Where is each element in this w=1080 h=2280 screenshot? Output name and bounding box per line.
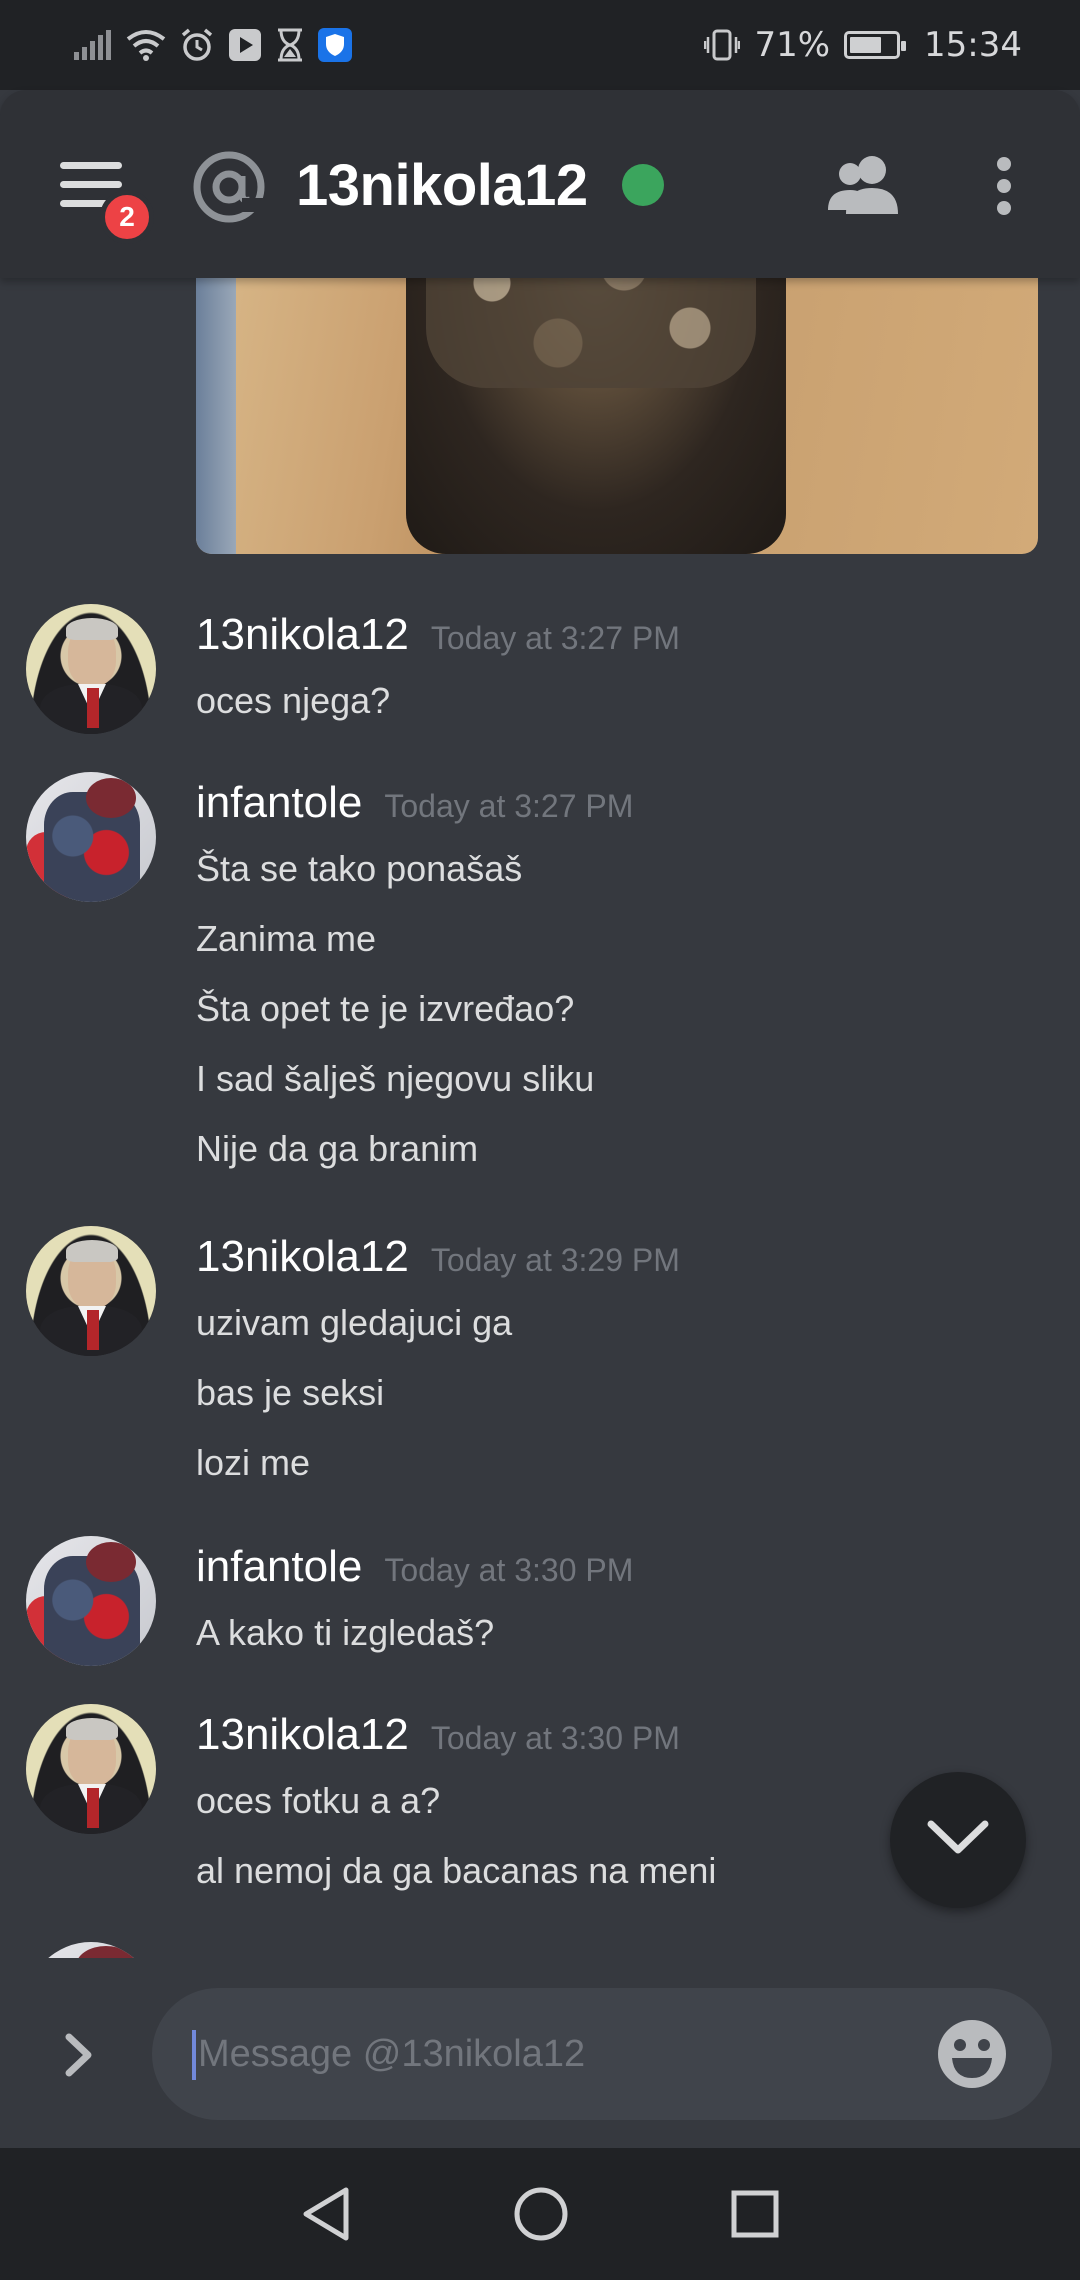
message-text: Šta opet te je izvređao? xyxy=(196,988,575,1029)
recents-icon[interactable] xyxy=(730,2189,780,2239)
message-input[interactable] xyxy=(196,2018,896,2090)
message-text: oces njega? xyxy=(196,680,391,721)
online-status-indicator xyxy=(622,164,664,206)
message-timestamp: Today at 3:27 PM xyxy=(430,620,680,656)
vibrate-icon xyxy=(704,29,741,61)
channel-header: 2 13nikola12 xyxy=(0,90,1080,278)
alarm-icon xyxy=(180,28,214,62)
status-icons-right: 71% 15:34 xyxy=(704,25,1022,65)
message-timestamp: Today at 3:30 PM xyxy=(430,1720,680,1756)
status-icons-left xyxy=(74,28,352,62)
avatar[interactable] xyxy=(26,1942,156,1958)
avatar[interactable] xyxy=(26,1226,156,1356)
message-username[interactable]: infantole xyxy=(196,1542,362,1592)
chevron-down-icon xyxy=(927,1820,989,1860)
message-text: I sad šalješ njegovu sliku xyxy=(196,1058,595,1099)
jump-to-present-button[interactable] xyxy=(890,1772,1026,1908)
message-username[interactable]: 13nikola12 xyxy=(196,1232,409,1282)
vpn-shield-icon xyxy=(318,28,352,62)
avatar[interactable] xyxy=(26,1536,156,1666)
message-input-container[interactable] xyxy=(152,1988,1052,2120)
signal-icon xyxy=(74,30,112,60)
hourglass-icon xyxy=(276,28,304,62)
message-text: Zanima me xyxy=(196,918,377,959)
message-text: bas je seksi xyxy=(196,1372,385,1413)
message-username[interactable]: infantole xyxy=(196,778,362,828)
avatar[interactable] xyxy=(26,604,156,734)
avatar[interactable] xyxy=(26,772,156,902)
message-text: al nemoj da ga bacanas na meni xyxy=(196,1850,717,1891)
clock: 15:34 xyxy=(924,25,1022,65)
message-username[interactable]: 13nikola12 xyxy=(196,610,409,660)
members-icon[interactable] xyxy=(826,152,902,220)
more-options-icon[interactable] xyxy=(990,156,1018,220)
emoji-icon[interactable] xyxy=(936,2018,1008,2094)
page-title: 13nikola12 xyxy=(296,153,588,218)
message-timestamp: Today at 3:30 PM xyxy=(384,1552,634,1588)
image-attachment[interactable] xyxy=(196,278,1038,554)
wifi-icon xyxy=(126,29,166,61)
battery-icon xyxy=(844,31,907,59)
status-bar: 71% 15:34 xyxy=(0,0,1080,90)
battery-level xyxy=(850,37,882,53)
message-timestamp: Today at 3:29 PM xyxy=(430,1242,680,1278)
message-text: Nije da ga branim xyxy=(196,1128,479,1169)
mention-badge: 2 xyxy=(100,190,154,244)
message-text: uzivam gledajuci ga xyxy=(196,1302,513,1343)
at-icon xyxy=(192,150,266,228)
message-timestamp: Today at 3:27 PM xyxy=(384,788,634,824)
battery-percent: 71% xyxy=(754,25,831,65)
chevron-right-icon[interactable] xyxy=(64,2032,94,2082)
message-text: Šta se tako ponašaš xyxy=(196,848,523,889)
system-navigation-bar xyxy=(0,2148,1080,2280)
home-icon[interactable] xyxy=(513,2186,569,2242)
play-store-icon xyxy=(228,28,262,62)
avatar[interactable] xyxy=(26,1704,156,1834)
message-text: oces fotku a a? xyxy=(196,1780,441,1821)
message-text: lozi me xyxy=(196,1442,311,1483)
composer xyxy=(0,1958,1080,2148)
message-text: A kako ti izgledaš? xyxy=(196,1612,495,1653)
back-icon[interactable] xyxy=(300,2186,352,2242)
message-list[interactable]: 13nikola12 Today at 3:27 PM oces njega? … xyxy=(0,278,1080,1958)
message-username[interactable]: 13nikola12 xyxy=(196,1710,409,1760)
